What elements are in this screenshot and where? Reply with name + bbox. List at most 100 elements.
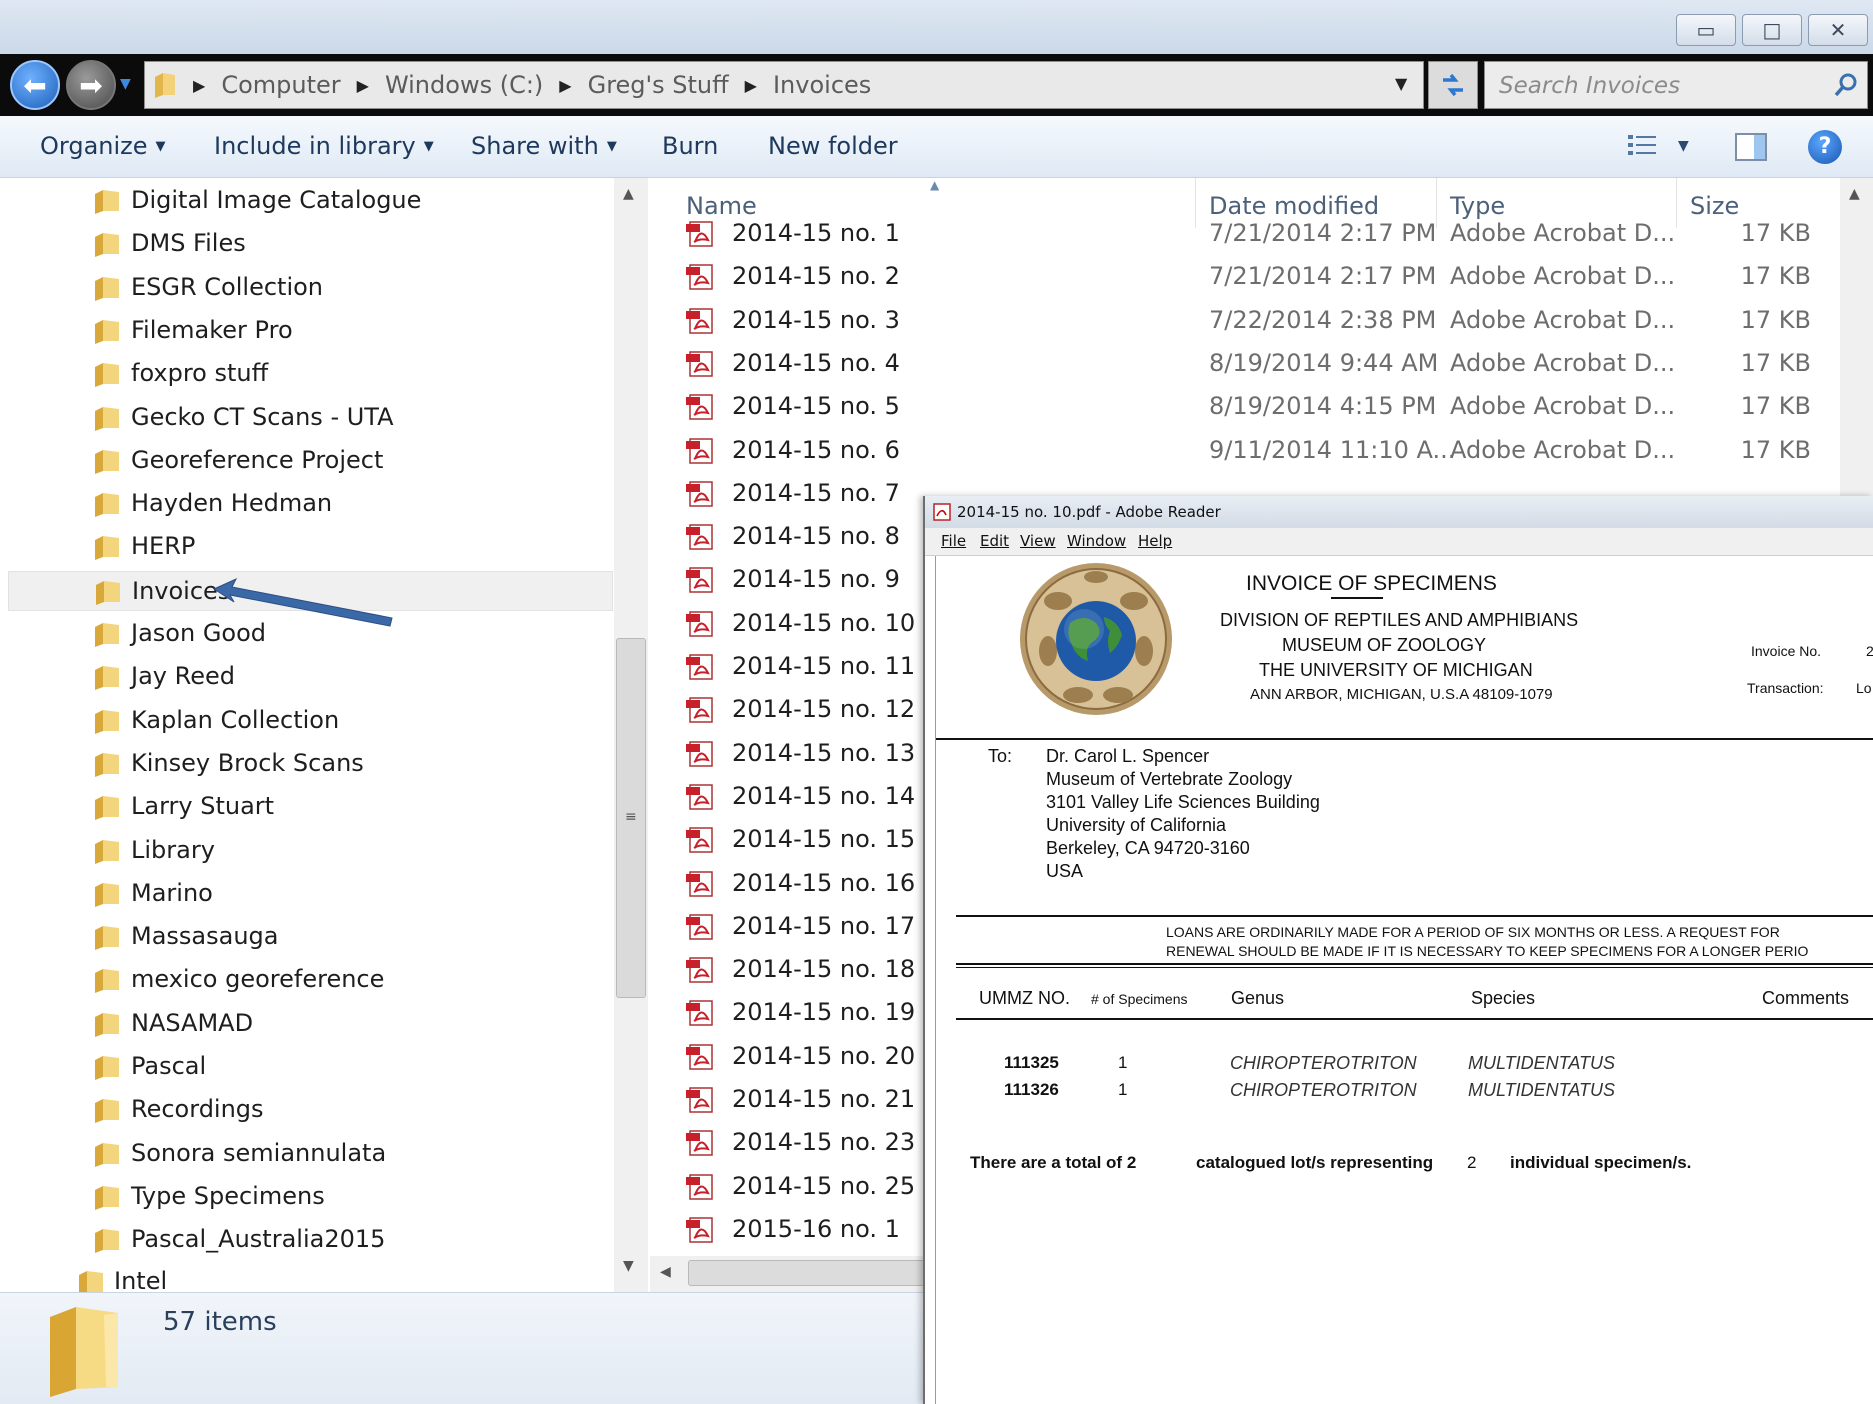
include-in-library-button[interactable]: Include in library ▼ (214, 132, 434, 160)
nav-item-type-specimens[interactable]: Type Specimens (8, 1177, 613, 1217)
nav-item-pascal[interactable]: Pascal (8, 1047, 613, 1087)
file-row[interactable]: 2014-15 no. 3 7/22/2014 2:38 PM Adobe Acro… (686, 301, 1846, 341)
horizontal-scrollbar[interactable]: ◀ (650, 1256, 925, 1292)
nav-item-marino[interactable]: Marino (8, 874, 613, 914)
breadcrumb-separator[interactable]: ▶ (193, 76, 205, 95)
nav-item-label: NASAMAD (131, 1008, 254, 1037)
help-button[interactable]: ? (1808, 130, 1842, 164)
nav-item-herp[interactable]: HERP (8, 527, 613, 567)
address-box[interactable]: ▶ Computer ▶ Windows (C:) ▶ Greg's Stuff… (144, 61, 1424, 109)
file-row[interactable]: 2014-15 no. 4 8/19/2014 9:44 AM Adobe Acro… (686, 344, 1846, 384)
nav-item-pascal-australia2015[interactable]: Pascal_Australia2015 (8, 1220, 613, 1260)
minimize-button[interactable]: ▭ (1676, 14, 1736, 46)
organize-button[interactable]: Organize ▼ (40, 132, 166, 160)
file-name: 2014-15 no. 3 (732, 305, 900, 334)
file-row[interactable]: 2014-15 no. 5 8/19/2014 4:15 PM Adobe Acro… (686, 387, 1846, 427)
search-box[interactable]: Search Invoices (1484, 61, 1868, 109)
reader-title-bar[interactable]: 2014-15 no. 10.pdf - Adobe Reader (925, 496, 1873, 528)
scroll-up-arrow[interactable]: ▲ (623, 186, 634, 202)
breadcrumb-invoices[interactable]: Invoices (773, 71, 871, 99)
nav-item-label: Library (131, 835, 215, 864)
details-pane: 57 items (0, 1292, 925, 1404)
folder-icon (95, 752, 119, 777)
file-type: Adobe Acrobat D... (1450, 392, 1676, 421)
scroll-down-arrow[interactable]: ▼ (623, 1258, 634, 1274)
nav-item-nasamad[interactable]: NASAMAD (8, 1004, 613, 1044)
burn-button[interactable]: Burn (662, 132, 718, 160)
folder-icon (95, 796, 119, 821)
folder-icon (95, 319, 119, 344)
folder-icon (95, 839, 119, 864)
nav-item-filemaker-pro[interactable]: Filemaker Pro (8, 311, 613, 351)
menu-window[interactable]: Window (1067, 532, 1126, 550)
address-history-dropdown[interactable]: ▼ (1395, 74, 1407, 93)
reader-title: 2014-15 no. 10.pdf - Adobe Reader (957, 503, 1221, 521)
file-name: 2014-15 no. 10 (732, 608, 916, 637)
folder-icon (95, 406, 119, 431)
back-button[interactable]: ⬅ (10, 60, 60, 110)
menu-edit[interactable]: Edit (980, 532, 1009, 550)
change-view-icon[interactable] (1626, 132, 1660, 160)
nav-item-jay-reed[interactable]: Jay Reed (8, 657, 613, 697)
nav-item-georeference-project[interactable]: Georeference Project (8, 441, 613, 481)
horizontal-scrollbar-thumb[interactable] (688, 1260, 925, 1286)
file-name: 2014-15 no. 12 (732, 695, 916, 724)
invoice-heading: INVOICE OF SPECIMENS (1246, 572, 1497, 595)
nav-item-massasauga[interactable]: Massasauga (8, 917, 613, 957)
nav-item-sonora-semiannulata[interactable]: Sonora semiannulata (8, 1134, 613, 1174)
breadcrumb-separator[interactable]: ▶ (745, 76, 757, 95)
file-row[interactable]: 2014-15 no. 6 9/11/2014 11:10 A... Adobe A… (686, 431, 1846, 471)
close-button[interactable]: ✕ (1808, 14, 1868, 46)
nav-item-esgr-collection[interactable]: ESGR Collection (8, 268, 613, 308)
nav-item-larry-stuart[interactable]: Larry Stuart (8, 787, 613, 827)
menu-file[interactable]: File (941, 532, 966, 550)
new-folder-button[interactable]: New folder (768, 132, 898, 160)
search-icon[interactable] (1833, 72, 1859, 98)
menu-help[interactable]: Help (1138, 532, 1172, 550)
recent-pages-dropdown[interactable]: ▼ (120, 76, 131, 92)
share-with-button[interactable]: Share with ▼ (471, 132, 617, 160)
breadcrumb-computer[interactable]: Computer (221, 71, 340, 99)
header-rule (936, 738, 1873, 740)
nav-item-kaplan-collection[interactable]: Kaplan Collection (8, 701, 613, 741)
nav-item-digital-image-catalogue[interactable]: Digital Image Catalogue (8, 181, 613, 221)
folder-icon (95, 363, 119, 388)
nav-item-mexico-georeference[interactable]: mexico georeference (8, 960, 613, 1000)
breadcrumb-separator[interactable]: ▶ (559, 76, 571, 95)
forward-button[interactable]: ➡ (66, 60, 116, 110)
search-input[interactable]: Search Invoices (1499, 73, 1680, 99)
nav-item-label: Larry Stuart (131, 792, 275, 821)
file-row[interactable]: 2014-15 no. 2 7/21/2014 2:17 PM Adobe Acro… (686, 257, 1846, 297)
nav-scrollbar-thumb[interactable]: ≡ (616, 638, 646, 998)
recipient-line: University of California (1046, 815, 1227, 835)
scroll-up-arrow[interactable]: ▲ (1849, 186, 1860, 202)
refresh-button[interactable] (1428, 61, 1478, 109)
file-list-scrollbar[interactable]: ▲ (1840, 178, 1873, 498)
breadcrumb-separator[interactable]: ▶ (357, 76, 369, 95)
nav-item-library[interactable]: Library (8, 831, 613, 871)
specimen-ummz: 111325 (1004, 1053, 1059, 1072)
nav-item-foxpro-stuff[interactable]: foxpro stuff (8, 354, 613, 394)
file-name: 2014-15 no. 15 (732, 825, 916, 854)
folder-icon (50, 1307, 118, 1397)
breadcrumb-gregs-stuff[interactable]: Greg's Stuff (588, 71, 729, 99)
nav-item-gecko-ct-scans-uta[interactable]: Gecko CT Scans - UTA (8, 398, 613, 438)
breadcrumb-windows-c[interactable]: Windows (C:) (385, 71, 543, 99)
nav-item-kinsey-brock-scans[interactable]: Kinsey Brock Scans (8, 744, 613, 784)
maximize-button[interactable]: □ (1742, 14, 1802, 46)
preview-pane-icon[interactable] (1734, 132, 1768, 162)
view-options-dropdown[interactable]: ▼ (1678, 138, 1689, 154)
nav-item-recordings[interactable]: Recordings (8, 1090, 613, 1130)
file-row[interactable]: 2014-15 no. 1 7/21/2014 2:17 PM Adobe Acro… (686, 214, 1846, 254)
sort-ascending-icon: ▲ (930, 178, 940, 192)
pdf-file-icon (686, 697, 713, 724)
scroll-left-arrow[interactable]: ◀ (660, 1264, 671, 1280)
pdf-file-icon (686, 437, 713, 464)
nav-scrollbar[interactable]: ▲ ≡ ▼ (614, 178, 648, 1292)
folder-icon (155, 73, 175, 98)
file-name: 2014-15 no. 14 (732, 781, 916, 810)
nav-item-dms-files[interactable]: DMS Files (8, 224, 613, 264)
nav-item-label: Gecko CT Scans - UTA (131, 402, 394, 431)
menu-view[interactable]: View (1020, 532, 1056, 550)
nav-item-hayden-hedman[interactable]: Hayden Hedman (8, 484, 613, 524)
